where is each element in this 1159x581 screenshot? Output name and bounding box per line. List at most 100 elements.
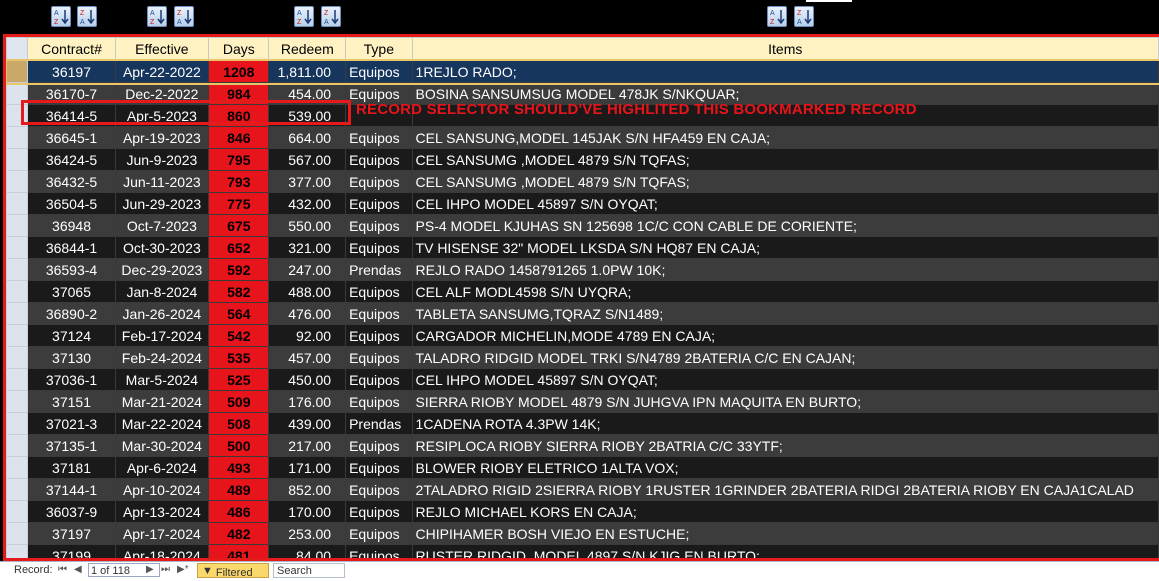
record-selector[interactable] (6, 522, 29, 545)
cell-redeem[interactable]: 550.00 (268, 214, 347, 237)
sort-descending-button[interactable]: ZA (794, 6, 814, 27)
cell-effective[interactable]: Mar-21-2024 (114, 390, 210, 413)
cell-type[interactable]: Equipos (345, 544, 413, 558)
cell-items[interactable]: 1REJLO RADO; (411, 60, 1159, 83)
cell-redeem[interactable]: 450.00 (268, 368, 347, 391)
sort-descending-button[interactable]: ZA (174, 6, 194, 27)
column-header-days[interactable]: Days (208, 37, 270, 61)
cell-effective[interactable]: Apr-17-2024 (114, 522, 210, 545)
cell-items[interactable]: CHIPIHAMER BOSH VIEJO EN ESTUCHE; (411, 522, 1159, 545)
table-row[interactable]: 36432-5 Jun-11-2023 793 377.00 Equipos CEL SA… (6, 170, 1159, 193)
cell-items[interactable]: TALADRO RIDGID MODEL TRKI S/N4789 2BATER… (411, 346, 1159, 369)
cell-effective[interactable]: Mar-5-2024 (114, 368, 210, 391)
table-row[interactable]: 36844-1 Oct-30-2023 652 321.00 Equipos TV HIS… (6, 236, 1159, 259)
sort-descending-button[interactable]: ZA (77, 6, 97, 27)
cell-days[interactable]: 508 (208, 412, 270, 435)
cell-type[interactable]: Equipos (345, 170, 413, 193)
cell-contract[interactable]: 37130 (27, 346, 116, 369)
cell-redeem[interactable]: 457.00 (268, 346, 347, 369)
cell-days[interactable]: 984 (208, 82, 270, 105)
table-row[interactable]: 36645-1 Apr-19-2023 846 664.00 Equipos CEL SA… (6, 126, 1159, 149)
cell-effective[interactable]: Mar-30-2024 (114, 434, 210, 457)
cell-redeem[interactable]: 539.00 (268, 104, 347, 127)
cell-days[interactable]: 509 (208, 390, 270, 413)
cell-type[interactable]: Equipos (345, 60, 413, 83)
record-selector[interactable] (6, 192, 29, 215)
cell-contract[interactable]: 37151 (27, 390, 116, 413)
sort-ascending-button[interactable]: AZ (767, 6, 787, 27)
cell-redeem[interactable]: 247.00 (268, 258, 347, 281)
cell-type[interactable]: Equipos (345, 126, 413, 149)
record-selector[interactable] (6, 148, 29, 171)
table-row[interactable]: 36948 Oct-7-2023 675 550.00 Equipos PS-4 MODE… (6, 214, 1159, 237)
cell-days[interactable]: 1208 (208, 60, 270, 83)
sort-ascending-button[interactable]: AZ (51, 6, 71, 27)
cell-days[interactable]: 795 (208, 148, 270, 171)
table-row[interactable]: 36504-5 Jun-29-2023 775 432.00 Equipos CEL IH… (6, 192, 1159, 215)
column-header-items[interactable]: Items (411, 37, 1159, 61)
cell-contract[interactable]: 36414-5 (27, 104, 116, 127)
cell-contract[interactable]: 36645-1 (27, 126, 116, 149)
column-header-effective[interactable]: Effective (114, 37, 210, 61)
cell-items[interactable]: CEL SANSUMG ,MODEL 4879 S/N TQFAS; (411, 148, 1159, 171)
cell-redeem[interactable]: 92.00 (268, 324, 347, 347)
cell-effective[interactable]: Apr-19-2023 (114, 126, 210, 149)
cell-redeem[interactable]: 454.00 (268, 82, 347, 105)
cell-redeem[interactable]: 170.00 (268, 500, 347, 523)
record-selector[interactable] (6, 60, 29, 83)
cell-type[interactable]: Prendas (345, 412, 413, 435)
cell-days[interactable]: 482 (208, 522, 270, 545)
cell-days[interactable]: 500 (208, 434, 270, 457)
column-header-contract[interactable]: Contract# (27, 37, 116, 61)
cell-days[interactable]: 525 (208, 368, 270, 391)
cell-days[interactable]: 846 (208, 126, 270, 149)
cell-contract[interactable]: 37065 (27, 280, 116, 303)
table-row[interactable]: 37199 Apr-18-2024 481 84.00 Equipos RUSTER RI… (6, 544, 1159, 558)
cell-type[interactable]: Equipos (345, 236, 413, 259)
cell-effective[interactable]: Jun-9-2023 (114, 148, 210, 171)
record-selector[interactable] (6, 104, 29, 127)
cell-contract[interactable]: 36170-7 (27, 82, 116, 105)
cell-days[interactable]: 652 (208, 236, 270, 259)
cell-effective[interactable]: Apr-10-2024 (114, 478, 210, 501)
cell-contract[interactable]: 36504-5 (27, 192, 116, 215)
table-row[interactable]: 37151 Mar-21-2024 509 176.00 Equipos SIERRA R… (6, 390, 1159, 413)
cell-type[interactable]: Equipos (345, 368, 413, 391)
cell-effective[interactable]: Oct-30-2023 (114, 236, 210, 259)
cell-items[interactable]: RESIPLOCA RIOBY SIERRA RIOBY 2BATRIA C/C… (411, 434, 1159, 457)
cell-contract[interactable]: 36432-5 (27, 170, 116, 193)
cell-redeem[interactable]: 253.00 (268, 522, 347, 545)
cell-redeem[interactable]: 439.00 (268, 412, 347, 435)
cell-contract[interactable]: 37181 (27, 456, 116, 479)
cell-contract[interactable]: 36593-4 (27, 258, 116, 281)
cell-type[interactable]: Equipos (345, 148, 413, 171)
cell-days[interactable]: 489 (208, 478, 270, 501)
cell-days[interactable]: 775 (208, 192, 270, 215)
cell-redeem[interactable]: 567.00 (268, 148, 347, 171)
table-row[interactable]: 37197 Apr-17-2024 482 253.00 Equipos CHIPIHAM… (6, 522, 1159, 545)
cell-items[interactable]: PS-4 MODEL KJUHAS SN 125698 1C/C CON CAB… (411, 214, 1159, 237)
cell-contract[interactable]: 37144-1 (27, 478, 116, 501)
cell-items[interactable]: CEL IHPO MODEL 45897 S/N OYQAT; (411, 192, 1159, 215)
record-selector[interactable] (6, 500, 29, 523)
search-input[interactable]: Search (273, 563, 345, 578)
record-selector[interactable] (6, 434, 29, 457)
sort-ascending-button[interactable]: AZ (294, 6, 314, 27)
cell-type[interactable]: Equipos (345, 390, 413, 413)
cell-effective[interactable]: Apr-22-2022 (114, 60, 210, 83)
record-selector[interactable] (6, 236, 29, 259)
cell-effective[interactable]: Apr-5-2023 (114, 104, 210, 127)
record-selector[interactable] (6, 412, 29, 435)
cell-redeem[interactable]: 171.00 (268, 456, 347, 479)
cell-effective[interactable]: Dec-2-2022 (114, 82, 210, 105)
cell-effective[interactable]: Jun-29-2023 (114, 192, 210, 215)
cell-items[interactable]: TV HISENSE 32" MODEL LKSDA S/N HQ87 EN C… (411, 236, 1159, 259)
cell-redeem[interactable]: 664.00 (268, 126, 347, 149)
new-record-icon[interactable]: ▶* (177, 564, 189, 575)
record-selector[interactable] (6, 456, 29, 479)
cell-effective[interactable]: Apr-18-2024 (114, 544, 210, 558)
cell-redeem[interactable]: 84.00 (268, 544, 347, 558)
table-row[interactable]: 36593-4 Dec-29-2023 592 247.00 Prendas REJLO … (6, 258, 1159, 281)
record-selector[interactable] (6, 324, 29, 347)
record-selector[interactable] (6, 368, 29, 391)
